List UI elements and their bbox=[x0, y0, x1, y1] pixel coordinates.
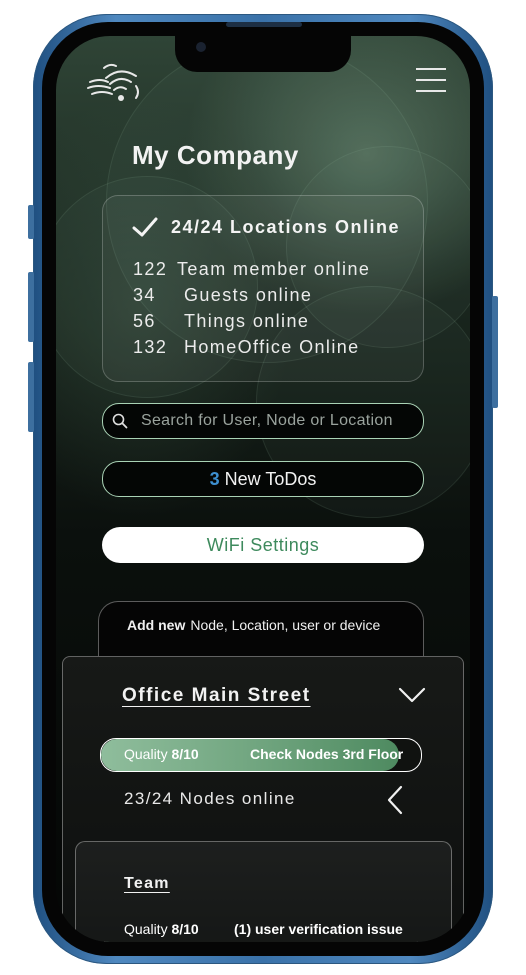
chevron-down-icon[interactable] bbox=[398, 686, 426, 704]
quality-text: Quality bbox=[124, 921, 168, 937]
power-button bbox=[492, 296, 498, 408]
office-quality-label: Quality 8/10 bbox=[124, 746, 199, 762]
chevron-left-icon[interactable] bbox=[386, 785, 404, 815]
quality-value: 8/10 bbox=[171, 921, 199, 937]
volume-up-button bbox=[28, 272, 34, 342]
quality-value: 8/10 bbox=[171, 746, 199, 762]
silent-switch bbox=[28, 205, 34, 239]
cards-viewport: Office Main Street Quality 8/10 Check No… bbox=[56, 36, 470, 942]
quality-text: Quality bbox=[124, 746, 168, 762]
nodes-online-status: 23/24 Nodes online bbox=[124, 789, 296, 808]
office-card-title[interactable]: Office Main Street bbox=[122, 685, 311, 707]
office-alert: Check Nodes 3rd Floor bbox=[250, 746, 404, 762]
volume-down-button bbox=[28, 362, 34, 432]
team-card-title[interactable]: Team bbox=[124, 875, 170, 893]
team-quality-label: Quality 8/10 bbox=[124, 921, 199, 937]
earpiece-speaker bbox=[226, 22, 302, 27]
team-alert: (1) user verification issue bbox=[234, 921, 403, 937]
